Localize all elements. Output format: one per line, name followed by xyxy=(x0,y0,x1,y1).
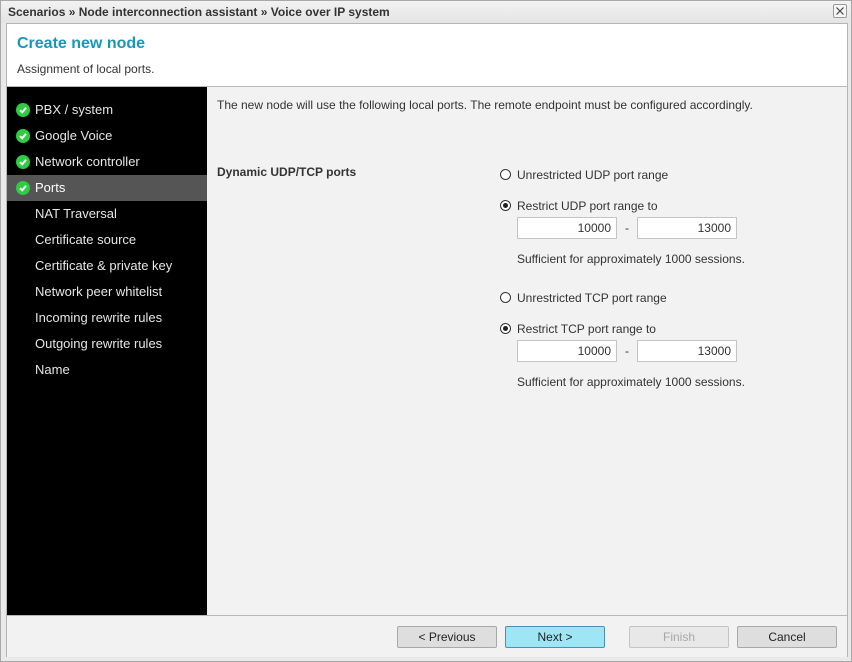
next-button[interactable]: Next > xyxy=(505,626,605,648)
content-panel: The new node will use the following loca… xyxy=(207,87,847,615)
check-icon xyxy=(16,129,30,143)
udp-sessions-note: Sufficient for approximately 1000 sessio… xyxy=(517,252,745,266)
sidebar-item-label: Incoming rewrite rules xyxy=(35,310,162,325)
tcp-restrict-radio[interactable] xyxy=(500,323,511,334)
title-bar: Scenarios » Node interconnection assista… xyxy=(1,1,851,23)
wizard-footer: < Previous Next > Finish Cancel xyxy=(7,615,847,657)
page-title: Create new node xyxy=(17,35,145,53)
udp-range-separator: - xyxy=(625,221,629,235)
udp-port-from-input[interactable] xyxy=(517,217,617,239)
sidebar-item-pbx-system[interactable]: PBX / system xyxy=(7,97,207,123)
sidebar-item-label: Network controller xyxy=(35,154,140,169)
check-icon xyxy=(16,181,30,195)
intro-text: The new node will use the following loca… xyxy=(217,98,753,112)
tcp-port-to-input[interactable] xyxy=(637,340,737,362)
sidebar-item-name[interactable]: Name xyxy=(7,357,207,383)
sidebar-item-label: Network peer whitelist xyxy=(35,284,162,299)
sidebar-item-certificate-source[interactable]: Certificate source xyxy=(7,227,207,253)
tcp-restrict-label: Restrict TCP port range to xyxy=(517,322,656,336)
wizard-steps-sidebar: PBX / system Google Voice Network contro… xyxy=(7,87,207,615)
sidebar-item-label: NAT Traversal xyxy=(35,206,117,221)
udp-port-to-input[interactable] xyxy=(637,217,737,239)
tcp-port-from-input[interactable] xyxy=(517,340,617,362)
sidebar-item-network-peer-whitelist[interactable]: Network peer whitelist xyxy=(7,279,207,305)
udp-restrict-radio[interactable] xyxy=(500,200,511,211)
sidebar-item-label: Google Voice xyxy=(35,128,112,143)
sidebar-item-label: PBX / system xyxy=(35,102,113,117)
sidebar-item-label: Certificate source xyxy=(35,232,136,247)
udp-unrestricted-label: Unrestricted UDP port range xyxy=(517,168,668,182)
sidebar-item-certificate-private-key[interactable]: Certificate & private key xyxy=(7,253,207,279)
sidebar-item-label: Name xyxy=(35,362,70,377)
sidebar-item-network-controller[interactable]: Network controller xyxy=(7,149,207,175)
close-icon xyxy=(836,7,844,15)
sidebar-item-nat-traversal[interactable]: NAT Traversal xyxy=(7,201,207,227)
tcp-unrestricted-radio[interactable] xyxy=(500,292,511,303)
wizard-body: Create new node Assignment of local port… xyxy=(6,23,848,657)
sidebar-item-incoming-rewrite-rules[interactable]: Incoming rewrite rules xyxy=(7,305,207,331)
tcp-sessions-note: Sufficient for approximately 1000 sessio… xyxy=(517,375,745,389)
check-icon xyxy=(16,155,30,169)
sidebar-item-outgoing-rewrite-rules[interactable]: Outgoing rewrite rules xyxy=(7,331,207,357)
check-icon xyxy=(16,103,30,117)
dynamic-ports-label: Dynamic UDP/TCP ports xyxy=(217,165,356,179)
tcp-unrestricted-label: Unrestricted TCP port range xyxy=(517,291,667,305)
udp-restrict-label: Restrict UDP port range to xyxy=(517,199,658,213)
udp-unrestricted-radio[interactable] xyxy=(500,169,511,180)
page-subtitle: Assignment of local ports. xyxy=(17,62,154,76)
sidebar-item-ports[interactable]: Ports xyxy=(7,175,207,201)
wizard-header: Create new node Assignment of local port… xyxy=(7,24,847,87)
sidebar-item-label: Ports xyxy=(35,180,65,195)
sidebar-item-google-voice[interactable]: Google Voice xyxy=(7,123,207,149)
sidebar-item-label: Certificate & private key xyxy=(35,258,172,273)
close-button[interactable] xyxy=(833,4,847,18)
sidebar-item-label: Outgoing rewrite rules xyxy=(35,336,162,351)
tcp-range-separator: - xyxy=(625,344,629,358)
previous-button[interactable]: < Previous xyxy=(397,626,497,648)
finish-button: Finish xyxy=(629,626,729,648)
wizard-window: Scenarios » Node interconnection assista… xyxy=(0,0,852,662)
breadcrumb: Scenarios » Node interconnection assista… xyxy=(8,5,390,19)
cancel-button[interactable]: Cancel xyxy=(737,626,837,648)
